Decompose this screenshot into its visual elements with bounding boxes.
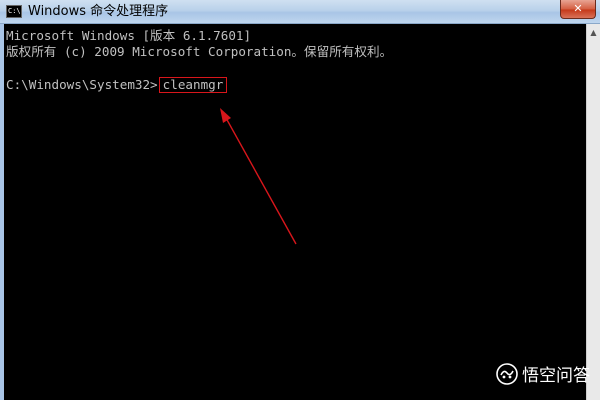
wukong-logo-icon: [496, 362, 518, 385]
close-button[interactable]: ✕: [560, 0, 596, 19]
cmd-app-icon: C:\: [6, 5, 22, 18]
caption-buttons: ✕: [560, 0, 596, 20]
cmd-window: C:\ Windows 命令处理程序 ✕ Microsoft Windows […: [0, 0, 600, 400]
watermark-text: 悟空问答: [522, 366, 590, 386]
scroll-up-arrow-icon[interactable]: ▲: [588, 26, 599, 40]
command-line: C:\Windows\System32> cleanmgr: [6, 77, 228, 93]
title-bar[interactable]: C:\ Windows 命令处理程序 ✕: [0, 0, 600, 24]
command-text-highlight: cleanmgr: [158, 77, 228, 93]
console-line-copyright: 版权所有 (c) 2009 Microsoft Corporation。保留所有…: [6, 44, 393, 59]
vertical-scrollbar[interactable]: ▲: [586, 24, 600, 400]
command-prompt: C:\Windows\System32>: [6, 77, 158, 92]
window-title: Windows 命令处理程序: [28, 4, 169, 19]
console-line-version: Microsoft Windows [版本 6.1.7601]: [6, 28, 252, 43]
watermark: 悟空问答: [496, 361, 590, 386]
